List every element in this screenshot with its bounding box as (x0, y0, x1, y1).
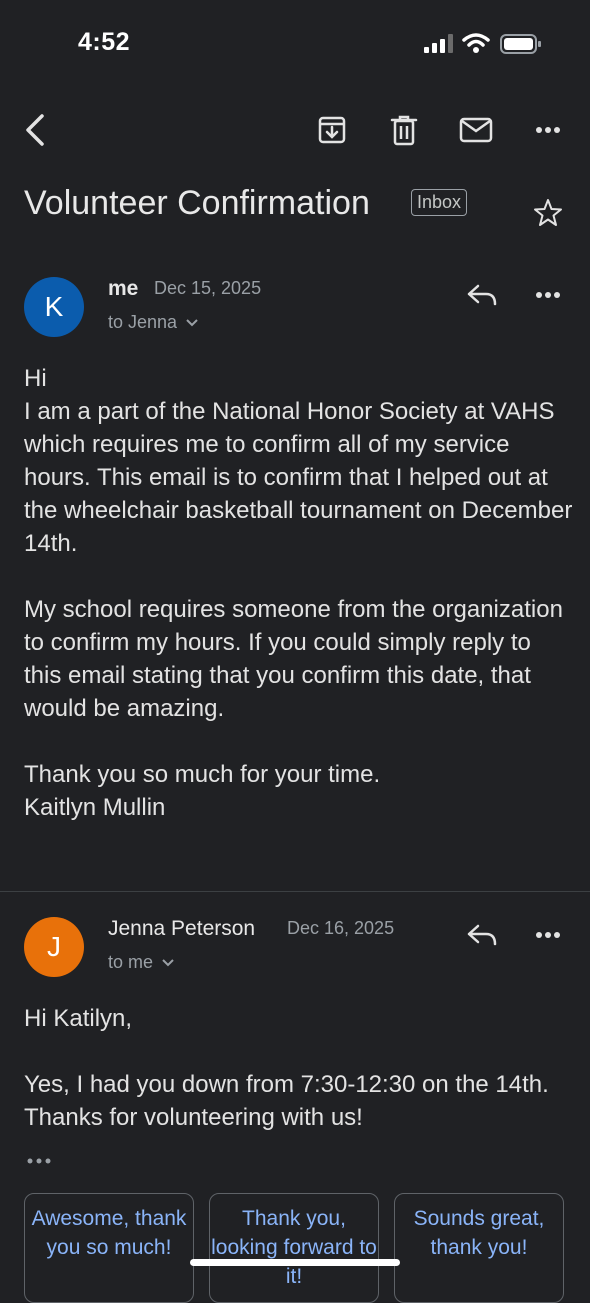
star-button[interactable] (530, 196, 566, 230)
avatar[interactable]: K (24, 277, 84, 337)
smart-reply-chip[interactable]: Awesome, thank you so much! (24, 1193, 194, 1303)
reply-icon (467, 284, 497, 306)
message-more-button[interactable] (530, 278, 566, 312)
message-divider (0, 891, 590, 892)
reply-button[interactable] (464, 918, 500, 952)
signal-icon (424, 34, 453, 53)
back-icon (26, 114, 44, 146)
status-time: 4:52 (78, 28, 131, 56)
recipient-label: to me (108, 952, 154, 972)
avatar[interactable]: J (24, 917, 84, 977)
recipient-toggle[interactable]: to Jenna (108, 312, 199, 333)
reply-icon (467, 924, 497, 946)
mark-unread-icon (459, 117, 493, 143)
delete-button[interactable] (386, 112, 422, 148)
recipient-label: to Jenna (108, 312, 178, 332)
inbox-label[interactable]: Inbox (411, 189, 468, 216)
show-trimmed-content-button[interactable] (26, 1152, 52, 1170)
home-indicator (190, 1259, 400, 1266)
wifi-icon (462, 33, 490, 53)
star-icon (534, 199, 562, 226)
archive-button[interactable] (314, 112, 350, 148)
more-options-button[interactable] (530, 112, 566, 148)
more-icon (536, 932, 560, 938)
more-icon (536, 292, 560, 298)
message-date: Dec 16, 2025 (287, 918, 395, 938)
more-icon (536, 127, 560, 133)
smart-reply-chip[interactable]: Sounds great, thank you! (394, 1193, 564, 1303)
sender-name: me (108, 277, 139, 300)
chevron-down-icon (162, 958, 174, 966)
archive-icon (318, 116, 346, 144)
reply-button[interactable] (464, 278, 500, 312)
email-subject: Volunteer Confirmation (24, 184, 370, 222)
chevron-down-icon (186, 318, 198, 326)
delete-icon (390, 115, 418, 146)
sender-name: Jenna Peterson (108, 917, 256, 940)
back-button[interactable] (18, 112, 52, 148)
message-more-button[interactable] (530, 918, 566, 952)
message-body: Hi I am a part of the National Honor Soc… (24, 365, 573, 821)
mark-unread-button[interactable] (458, 112, 494, 148)
recipient-toggle[interactable]: to me (108, 952, 175, 973)
battery-icon (500, 34, 541, 54)
ellipsis-icon (27, 1158, 51, 1164)
message-date: Dec 15, 2025 (154, 278, 262, 298)
smart-reply-chip[interactable]: Thank you, looking forward to it! (209, 1193, 379, 1303)
message-body: Hi Katilyn, Yes, I had you down from 7:3… (24, 1005, 549, 1131)
